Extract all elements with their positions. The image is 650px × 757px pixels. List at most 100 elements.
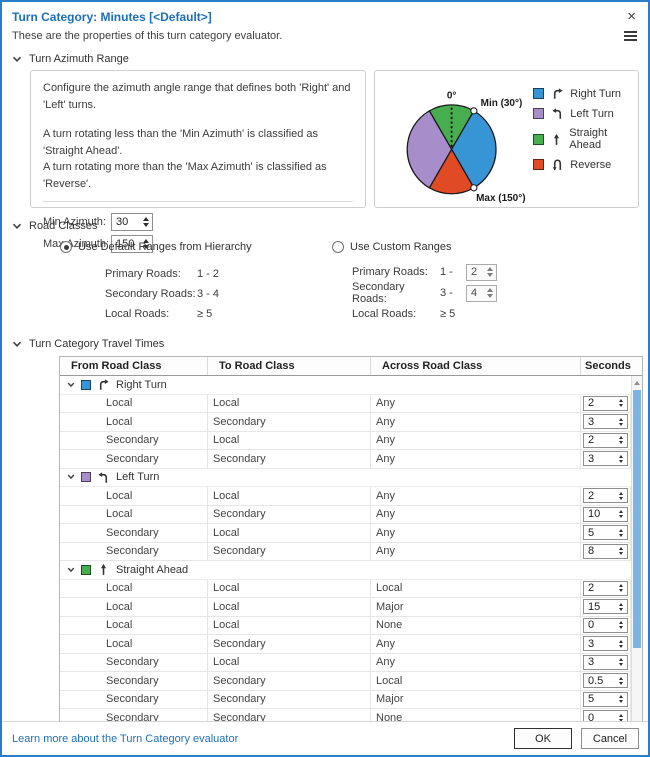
table-cell[interactable]: Secondary [208, 543, 371, 562]
close-icon[interactable]: × [625, 10, 638, 24]
seconds-value[interactable]: 5 [584, 527, 615, 539]
table-row[interactable]: SecondaryLocalAny2 [60, 432, 631, 451]
section-travel-times[interactable]: Turn Category Travel Times [2, 332, 648, 354]
chevron-down-icon[interactable] [12, 223, 22, 230]
table-row[interactable]: SecondarySecondaryAny3 [60, 450, 631, 469]
table-row[interactable]: LocalSecondaryAny3 [60, 635, 631, 654]
table-row[interactable]: LocalLocalMajor15 [60, 598, 631, 617]
table-cell[interactable]: Secondary [208, 672, 371, 691]
table-cell[interactable]: Major [371, 691, 581, 710]
seconds-value[interactable]: 2 [584, 490, 615, 502]
ok-button[interactable]: OK [514, 728, 572, 749]
table-cell[interactable]: Local [60, 635, 208, 654]
table-cell[interactable]: Any [371, 450, 581, 469]
table-cell[interactable]: Secondary [208, 691, 371, 710]
spinner-arrows[interactable] [615, 492, 627, 500]
seconds-spinner[interactable]: 2 [583, 433, 628, 448]
turn-group-row[interactable]: Right Turn [60, 376, 631, 395]
column-header-across[interactable]: Across Road Class [371, 357, 581, 375]
table-cell[interactable]: Local [60, 487, 208, 506]
use-custom-ranges-option[interactable]: Use Custom Ranges [332, 238, 497, 256]
table-cell[interactable]: Secondary [60, 524, 208, 543]
seconds-spinner[interactable]: 0.5 [583, 673, 628, 688]
table-cell[interactable]: Any [371, 654, 581, 673]
scroll-up-icon[interactable] [632, 377, 642, 388]
table-cell[interactable]: Any [371, 635, 581, 654]
table-row[interactable]: LocalLocalNone0 [60, 617, 631, 636]
spinner-arrows[interactable] [615, 455, 627, 463]
spinner-arrows[interactable] [615, 695, 627, 703]
column-header-to[interactable]: To Road Class [208, 357, 371, 375]
chevron-down-icon[interactable] [12, 56, 22, 63]
turn-group-row[interactable]: Left Turn [60, 469, 631, 488]
chevron-down-icon[interactable] [67, 382, 75, 388]
table-cell[interactable]: Secondary [208, 635, 371, 654]
seconds-spinner[interactable]: 15 [583, 599, 628, 614]
spinner-arrows[interactable] [615, 418, 627, 426]
table-cell[interactable]: Secondary [208, 506, 371, 525]
seconds-value[interactable]: 2 [584, 434, 615, 446]
table-cell[interactable]: Local [60, 580, 208, 599]
seconds-spinner[interactable]: 8 [583, 544, 628, 559]
table-cell[interactable]: Any [371, 395, 581, 414]
spinner-arrows[interactable] [615, 529, 627, 537]
table-row[interactable]: LocalSecondaryAny10 [60, 506, 631, 525]
radio-selected-icon[interactable] [60, 241, 72, 253]
spinner-arrows[interactable] [484, 288, 496, 298]
seconds-spinner[interactable]: 3 [583, 655, 628, 670]
primary-max-spinner[interactable]: 2 [466, 264, 497, 281]
learn-more-link[interactable]: Learn more about the Turn Category evalu… [12, 733, 505, 745]
spinner-arrows[interactable] [615, 399, 627, 407]
table-row[interactable]: LocalSecondaryAny3 [60, 413, 631, 432]
min-angle-handle[interactable] [471, 108, 477, 114]
table-row[interactable]: SecondarySecondaryMajor5 [60, 691, 631, 710]
spinner-arrows[interactable] [615, 677, 627, 685]
table-cell[interactable]: Secondary [60, 672, 208, 691]
table-cell[interactable]: Local [371, 580, 581, 599]
spinner-arrows[interactable] [140, 217, 152, 227]
table-cell[interactable]: Local [208, 617, 371, 636]
chevron-down-icon[interactable] [67, 474, 75, 480]
table-cell[interactable]: Secondary [60, 543, 208, 562]
table-row[interactable]: LocalLocalAny2 [60, 487, 631, 506]
cancel-button[interactable]: Cancel [581, 728, 639, 749]
table-cell[interactable]: Any [371, 524, 581, 543]
table-cell[interactable]: Any [371, 432, 581, 451]
spinner-value[interactable]: 2 [467, 266, 484, 278]
table-cell[interactable]: Local [60, 395, 208, 414]
seconds-spinner[interactable]: 2 [583, 488, 628, 503]
max-angle-handle[interactable] [471, 185, 477, 191]
spinner-arrows[interactable] [484, 267, 496, 277]
column-header-from[interactable]: From Road Class [60, 357, 208, 375]
seconds-value[interactable]: 0.5 [584, 675, 615, 687]
table-cell[interactable]: Secondary [60, 450, 208, 469]
table-cell[interactable]: Any [371, 506, 581, 525]
table-cell[interactable]: Secondary [208, 450, 371, 469]
seconds-spinner[interactable]: 3 [583, 451, 628, 466]
vertical-scrollbar[interactable] [631, 376, 642, 732]
seconds-value[interactable]: 5 [584, 693, 615, 705]
table-cell[interactable]: Local [60, 598, 208, 617]
spinner-arrows[interactable] [615, 621, 627, 629]
table-cell[interactable]: Local [208, 598, 371, 617]
table-cell[interactable]: Local [60, 413, 208, 432]
seconds-value[interactable]: 3 [584, 453, 615, 465]
seconds-value[interactable]: 2 [584, 582, 615, 594]
seconds-value[interactable]: 8 [584, 545, 615, 557]
table-row[interactable]: SecondarySecondaryLocal0.5 [60, 672, 631, 691]
use-default-ranges-option[interactable]: Use Default Ranges from Hierarchy [60, 238, 332, 256]
spinner-arrows[interactable] [615, 640, 627, 648]
seconds-value[interactable]: 0 [584, 619, 615, 631]
table-cell[interactable]: Local [208, 580, 371, 599]
seconds-value[interactable]: 3 [584, 638, 615, 650]
table-cell[interactable]: Secondary [60, 432, 208, 451]
seconds-spinner[interactable]: 5 [583, 525, 628, 540]
table-cell[interactable]: Major [371, 598, 581, 617]
spinner-arrows[interactable] [615, 436, 627, 444]
table-row[interactable]: SecondarySecondaryAny8 [60, 543, 631, 562]
spinner-arrows[interactable] [615, 510, 627, 518]
table-cell[interactable]: Local [60, 617, 208, 636]
table-row[interactable]: LocalLocalAny2 [60, 395, 631, 414]
turn-group-row[interactable]: Straight Ahead [60, 561, 631, 580]
table-cell[interactable]: Secondary [208, 413, 371, 432]
